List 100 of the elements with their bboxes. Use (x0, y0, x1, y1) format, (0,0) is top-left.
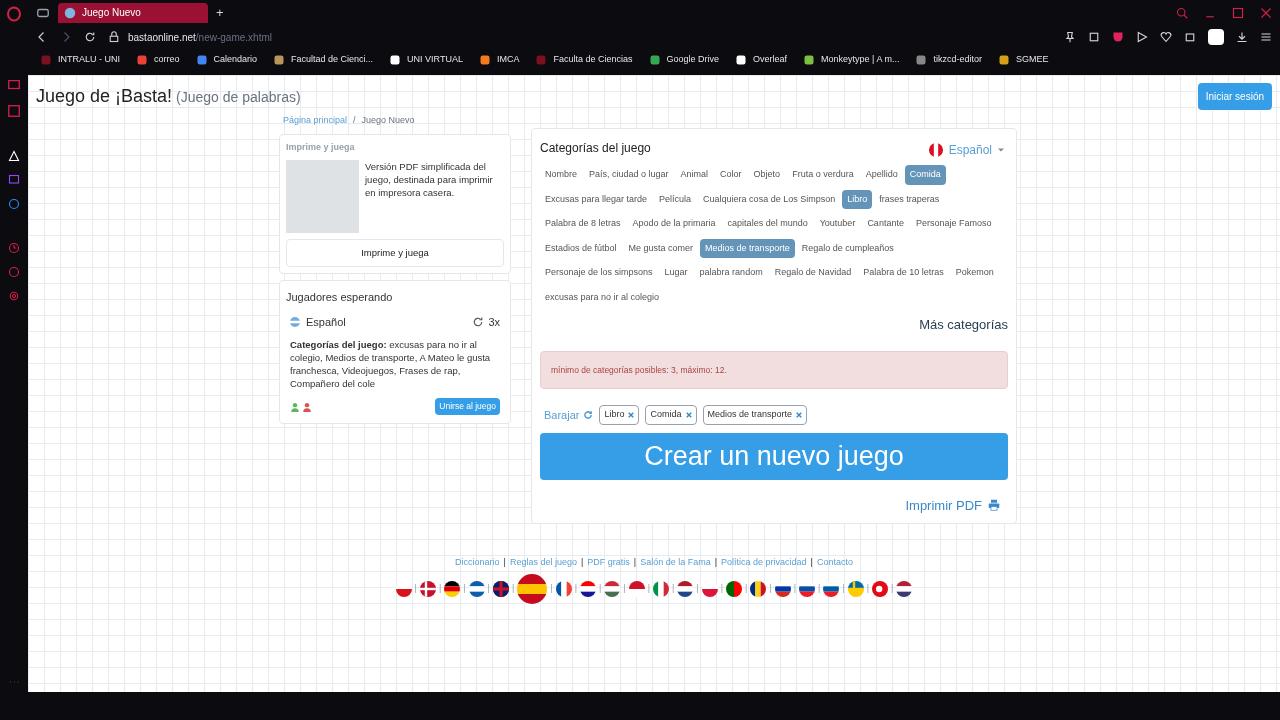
link-separator: | (810, 556, 813, 569)
category-chip[interactable]: Apellido (860, 165, 903, 185)
category-chip[interactable]: Lugar (659, 263, 693, 283)
selected-category-tag: Libro (599, 405, 640, 425)
category-chip[interactable]: Objeto (748, 165, 786, 185)
flag-separator: | (487, 581, 490, 595)
print-button[interactable]: Imprime y juega (286, 239, 504, 268)
category-chip[interactable]: Color (715, 165, 747, 185)
maximize-icon[interactable] (1232, 6, 1244, 19)
bookmark-icon (535, 54, 548, 66)
category-chip[interactable]: Palabra de 8 letras (540, 214, 626, 234)
flag-icon[interactable] (799, 580, 816, 597)
new-tab-button[interactable]: + (216, 2, 224, 23)
flag-icon[interactable] (677, 580, 694, 597)
category-chip[interactable]: Cantante (862, 214, 909, 234)
shield-icon[interactable] (1112, 31, 1124, 43)
flag-separator: | (574, 581, 577, 595)
category-chip[interactable]: Me gusta comer (623, 238, 699, 258)
bookmark[interactable]: SGMEE (997, 53, 1049, 67)
bookmark-icon (273, 54, 286, 66)
category-chip[interactable]: Palabra de 10 letras (858, 263, 949, 283)
breadcrumb-separator: / (353, 114, 356, 127)
selected-category-tag: Comida (645, 405, 697, 425)
remove-icon[interactable] (796, 412, 803, 418)
flag-icon[interactable] (468, 580, 485, 597)
download-icon[interactable] (1236, 31, 1248, 43)
category-chip[interactable]: Pokemon (950, 263, 999, 283)
more-categories-link[interactable]: Más categorías (919, 315, 1008, 335)
category-chip[interactable]: capitales del mundo (722, 214, 813, 234)
bookmark-icon (478, 54, 491, 66)
card-heading: Categorías del juego (540, 140, 651, 157)
link-separator: | (580, 556, 584, 569)
search-icon[interactable] (1176, 6, 1188, 19)
category-chip[interactable]: Fruta o verdura (787, 165, 859, 185)
category-chip[interactable]: Nombre (540, 165, 582, 185)
remove-icon[interactable] (685, 412, 692, 418)
category-chip[interactable]: Personaje Famoso (910, 214, 997, 234)
category-chip[interactable]: Animal (675, 165, 714, 185)
bookmark-icon (997, 54, 1010, 66)
bookmark[interactable]: Overleaf (735, 53, 788, 67)
profile-avatar[interactable] (1208, 29, 1224, 45)
round-count: 3x (488, 314, 500, 330)
category-chip[interactable]: Regalo de cumpleaños (796, 238, 899, 258)
refresh-icon (472, 316, 485, 328)
menu-icon[interactable] (1260, 31, 1272, 43)
flag-icon (928, 143, 943, 157)
bookmark[interactable]: Calendario (195, 53, 258, 67)
pin-icon[interactable] (1064, 31, 1076, 43)
clock-icon[interactable] (8, 242, 20, 254)
flag-icon[interactable] (579, 580, 596, 597)
play-icon[interactable] (1136, 31, 1148, 43)
category-chip[interactable]: Excusas para llegar tarde (540, 189, 653, 209)
flag-icon[interactable] (750, 580, 767, 597)
category-chip[interactable]: excusas para no ir al colegio (540, 287, 665, 307)
category-chip[interactable]: Youtuber (814, 214, 861, 234)
flag-icon[interactable] (896, 580, 913, 597)
bookmark[interactable]: tikzcd-editor (915, 53, 982, 67)
address-field[interactable]: bastaonline.net/new-game.xhtml (108, 29, 272, 45)
link-separator: | (633, 556, 637, 569)
bookmark[interactable]: correo (136, 53, 180, 67)
close-icon[interactable] (1260, 6, 1272, 19)
flag-icon[interactable] (823, 580, 840, 597)
category-chip[interactable]: frases traperas (874, 189, 945, 209)
flag-icon[interactable] (517, 573, 548, 604)
flag-icon[interactable] (444, 580, 461, 597)
flag-separator: | (511, 581, 515, 595)
reload-icon[interactable] (84, 31, 96, 43)
bookmark[interactable]: Google Drive (648, 53, 720, 67)
category-chip[interactable]: palabra random (694, 263, 768, 283)
settings-icon[interactable] (8, 290, 20, 302)
flag-separator: | (414, 581, 417, 595)
flag-icon[interactable] (492, 580, 509, 597)
category-chip[interactable]: Regalo de Navidad (769, 263, 857, 283)
category-chip[interactable]: Película (654, 189, 697, 209)
bookmark[interactable]: Faculta de Ciencias (535, 53, 633, 67)
bookmark[interactable]: IMCA (478, 53, 520, 67)
category-chip[interactable]: Estadios de fútbol (540, 238, 622, 258)
category-chip[interactable]: Personaje de los simpsons (540, 263, 658, 283)
print-pdf-link[interactable]: Imprimir PDF (905, 495, 1000, 515)
triangle-icon[interactable] (8, 150, 20, 162)
flag-icon[interactable] (726, 580, 743, 597)
category-chip[interactable]: País, ciudad o lugar (584, 165, 674, 185)
flag-icon[interactable] (774, 580, 791, 597)
browser-tab[interactable]: Juego Nuevo (58, 2, 208, 23)
lock-icon (108, 31, 120, 43)
bookmark[interactable]: UNI VIRTUAL (389, 53, 463, 67)
bookmark[interactable]: INTRALU - UNI (40, 53, 120, 67)
flag-separator: | (891, 581, 894, 595)
bookmark[interactable]: Monkeytype | A m... (803, 53, 900, 67)
flag-icon[interactable] (555, 580, 572, 597)
remove-icon[interactable] (628, 412, 635, 418)
flag-separator: | (623, 581, 626, 595)
page-title: Juego de ¡Basta! (36, 85, 173, 108)
bookmark[interactable]: Facultad de Cienci... (273, 53, 374, 67)
heart-icon[interactable] (1160, 31, 1172, 43)
flag-icon (290, 317, 300, 327)
category-chip[interactable]: Cualquiera cosa de Los Simpson (698, 189, 841, 209)
category-chip[interactable]: Apodo de la primaria (627, 214, 721, 234)
browser-logo-icon[interactable] (6, 6, 22, 22)
flag-separator: | (463, 581, 466, 595)
